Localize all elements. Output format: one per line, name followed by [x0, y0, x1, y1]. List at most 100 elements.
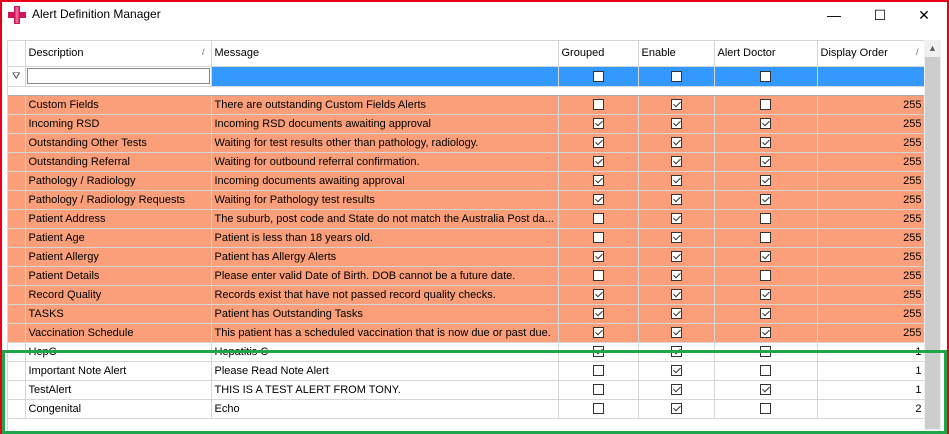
checkbox[interactable]: [760, 403, 771, 415]
cell-alert-doctor[interactable]: [714, 399, 818, 419]
cell-alert-doctor[interactable]: [714, 266, 818, 286]
filter-message[interactable]: [211, 66, 559, 87]
table-row[interactable]: Congenital Echo 2: [8, 399, 925, 419]
cell-description[interactable]: Patient Age: [25, 228, 212, 248]
cell-grouped[interactable]: [558, 190, 639, 210]
filter-description[interactable]: [25, 66, 212, 87]
cell-alert-doctor[interactable]: [714, 247, 818, 267]
cell-message[interactable]: Waiting for Pathology test results: [211, 190, 559, 210]
cell-display-order[interactable]: 255: [817, 152, 925, 172]
column-header-display-order[interactable]: Display Order /: [817, 41, 925, 67]
checkbox[interactable]: [592, 308, 604, 320]
checkbox[interactable]: [760, 232, 771, 244]
checkbox[interactable]: [670, 289, 682, 301]
cell-grouped[interactable]: [558, 380, 639, 400]
cell-enable[interactable]: [638, 228, 715, 248]
checkbox[interactable]: [760, 251, 771, 263]
cell-display-order[interactable]: 255: [817, 247, 925, 267]
checkbox[interactable]: [760, 346, 771, 358]
checkbox[interactable]: [670, 156, 682, 168]
checkbox[interactable]: [592, 403, 604, 415]
table-row[interactable]: Patient Allergy Patient has Allergy Alert…: [8, 247, 925, 267]
cell-message[interactable]: Echo: [211, 399, 559, 419]
checkbox[interactable]: [592, 232, 604, 244]
cell-enable[interactable]: [638, 266, 715, 286]
cell-description[interactable]: Patient Address: [25, 209, 212, 229]
column-header-alert-doctor[interactable]: Alert Doctor: [714, 41, 818, 67]
filter-grouped[interactable]: [558, 66, 639, 87]
column-header-message[interactable]: Message: [211, 41, 559, 67]
scroll-thumb[interactable]: [925, 57, 940, 429]
cell-alert-doctor[interactable]: [714, 133, 818, 153]
checkbox[interactable]: [760, 365, 771, 377]
cell-alert-doctor[interactable]: [714, 95, 818, 115]
checkbox[interactable]: [670, 99, 682, 111]
cell-alert-doctor[interactable]: [714, 285, 818, 305]
checkbox[interactable]: [760, 175, 771, 187]
close-button[interactable]: ✕: [901, 2, 947, 28]
checkbox[interactable]: [670, 270, 682, 282]
vertical-scrollbar[interactable]: ▲: [924, 40, 941, 432]
row-indicator[interactable]: [8, 171, 26, 191]
filter-enable-checkbox[interactable]: [670, 70, 682, 82]
checkbox[interactable]: [760, 384, 771, 396]
cell-enable[interactable]: [638, 95, 715, 115]
cell-display-order[interactable]: 255: [817, 266, 925, 286]
cell-enable[interactable]: [638, 342, 715, 362]
cell-grouped[interactable]: [558, 342, 639, 362]
column-header-description[interactable]: Description /: [25, 41, 212, 67]
cell-message[interactable]: Please enter valid Date of Birth. DOB ca…: [211, 266, 559, 286]
cell-alert-doctor[interactable]: [714, 190, 818, 210]
table-row[interactable]: Pathology / Radiology Requests Waiting fo…: [8, 190, 925, 210]
cell-description[interactable]: Vaccination Schedule: [25, 323, 212, 343]
cell-display-order[interactable]: 255: [817, 114, 925, 134]
table-row[interactable]: Pathology / Radiology Incoming documents …: [8, 171, 925, 191]
cell-grouped[interactable]: [558, 152, 639, 172]
cell-display-order[interactable]: 255: [817, 304, 925, 324]
cell-alert-doctor[interactable]: [714, 152, 818, 172]
cell-alert-doctor[interactable]: [714, 114, 818, 134]
cell-alert-doctor[interactable]: [714, 304, 818, 324]
cell-display-order[interactable]: 255: [817, 133, 925, 153]
checkbox[interactable]: [592, 213, 604, 225]
cell-message[interactable]: Waiting for outbound referral confirmati…: [211, 152, 559, 172]
checkbox[interactable]: [760, 118, 771, 130]
cell-grouped[interactable]: [558, 285, 639, 305]
cell-enable[interactable]: [638, 380, 715, 400]
cell-enable[interactable]: [638, 133, 715, 153]
cell-alert-doctor[interactable]: [714, 323, 818, 343]
cell-enable[interactable]: [638, 361, 715, 381]
cell-display-order[interactable]: 255: [817, 171, 925, 191]
cell-enable[interactable]: [638, 209, 715, 229]
cell-description[interactable]: Outstanding Referral: [25, 152, 212, 172]
row-indicator[interactable]: [8, 133, 26, 153]
cell-message[interactable]: The suburb, post code and State do not m…: [211, 209, 559, 229]
cell-display-order[interactable]: 1: [817, 342, 925, 362]
cell-message[interactable]: Patient has Outstanding Tasks: [211, 304, 559, 324]
cell-display-order[interactable]: 255: [817, 209, 925, 229]
cell-message[interactable]: Incoming documents awaiting approval: [211, 171, 559, 191]
table-row[interactable]: Record Quality Records exist that have no…: [8, 285, 925, 305]
cell-display-order[interactable]: 255: [817, 190, 925, 210]
row-indicator[interactable]: [8, 304, 26, 324]
table-row[interactable]: Custom Fields There are outstanding Custo…: [8, 95, 925, 115]
row-indicator[interactable]: [8, 114, 26, 134]
checkbox[interactable]: [592, 270, 604, 282]
checkbox[interactable]: [760, 270, 771, 282]
cell-message[interactable]: Please Read Note Alert: [211, 361, 559, 381]
maximize-button[interactable]: ☐: [857, 2, 903, 28]
table-row[interactable]: Vaccination Schedule This patient has a s…: [8, 323, 925, 343]
row-indicator[interactable]: [8, 399, 26, 419]
checkbox[interactable]: [592, 137, 604, 149]
cell-enable[interactable]: [638, 190, 715, 210]
cell-alert-doctor[interactable]: [714, 380, 818, 400]
cell-grouped[interactable]: [558, 133, 639, 153]
checkbox[interactable]: [592, 156, 604, 168]
cell-alert-doctor[interactable]: [714, 228, 818, 248]
checkbox[interactable]: [670, 194, 682, 206]
checkbox[interactable]: [760, 308, 771, 320]
filter-alert-doctor[interactable]: [714, 66, 818, 87]
row-indicator[interactable]: [8, 209, 26, 229]
checkbox[interactable]: [670, 118, 682, 130]
cell-message[interactable]: THIS IS A TEST ALERT FROM TONY.: [211, 380, 559, 400]
